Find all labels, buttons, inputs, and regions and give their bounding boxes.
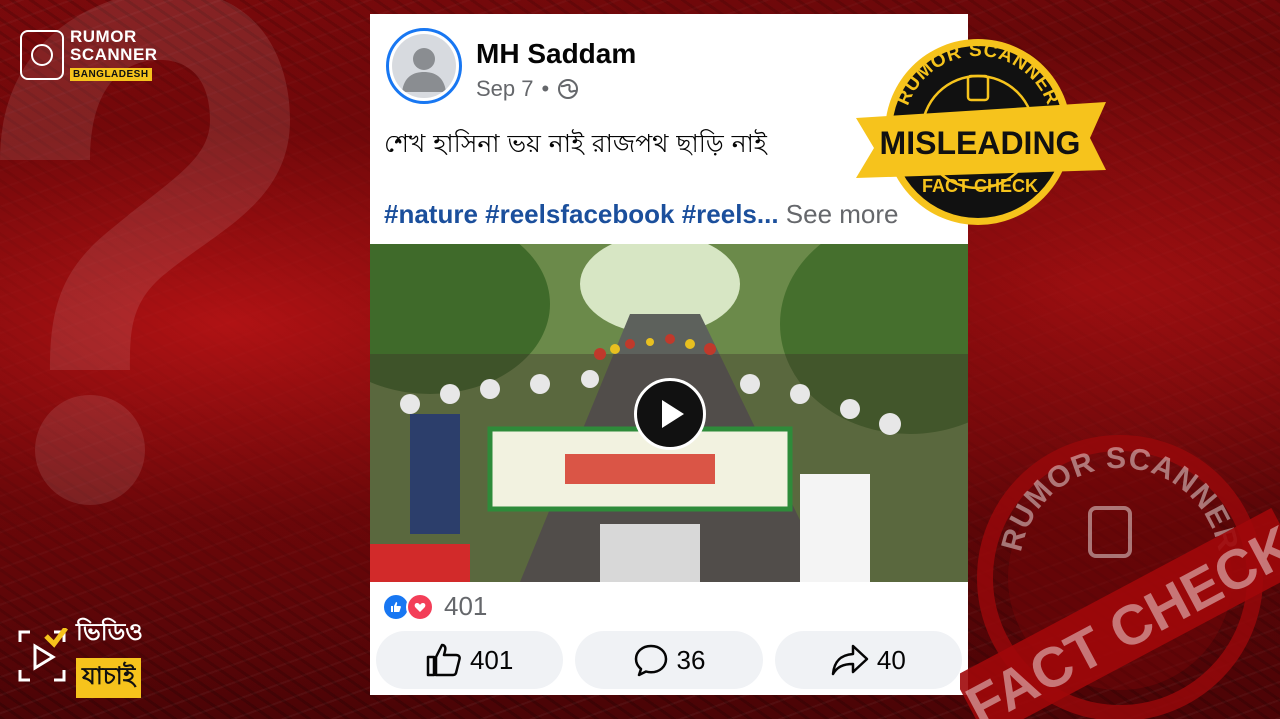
post-caption: শেখ হাসিনা ভয় নাই রাজপথ ছাড়ি নাই: [384, 129, 767, 158]
rumor-scanner-logo: RUMOR SCANNER BANGLADESH: [20, 28, 158, 82]
fact-check-stamp: RUMOR SCANNER FACT CHECK: [960, 435, 1280, 719]
misleading-stamp: RUMOR SCANNER MISLEADING FACT CHECK: [856, 39, 1106, 225]
play-button[interactable]: [634, 378, 706, 450]
logo-line-2: SCANNER: [70, 45, 158, 64]
meta-separator: •: [541, 76, 550, 101]
comment-count: 36: [676, 644, 706, 675]
misleading-stamp-bottom: FACT CHECK: [922, 176, 1038, 196]
post-date[interactable]: Sep 7: [476, 76, 534, 102]
misleading-stamp-label: MISLEADING: [880, 125, 1081, 161]
question-mark-decoration: [0, 0, 290, 505]
globe-icon: [558, 79, 579, 99]
share-count: 40: [876, 644, 906, 675]
logo-line-1: RUMOR: [70, 27, 137, 46]
reaction-summary[interactable]: 401: [382, 591, 487, 622]
logo-line-3: BANGLADESH: [70, 68, 152, 81]
video-brand-line-2: যাচাই: [76, 658, 142, 698]
post-hashtags: #nature #reelsfacebook #reels... See mor…: [384, 199, 899, 230]
video-brand-line-1: ভিডিও: [76, 618, 143, 646]
thumbs-up-icon: [426, 643, 461, 677]
post-actions-bar: 401 36 40: [376, 631, 962, 689]
avatar[interactable]: [386, 28, 462, 104]
post-author[interactable]: MH Saddam: [476, 38, 636, 70]
like-count: 401: [469, 644, 514, 675]
post-meta: Sep 7 •: [476, 76, 579, 102]
share-button[interactable]: 40: [774, 631, 962, 689]
video-thumbnail[interactable]: [370, 244, 968, 582]
hashtags[interactable]: #nature #reelsfacebook #reels...: [384, 199, 779, 229]
reaction-count: 401: [444, 591, 488, 621]
love-reaction-icon: [406, 592, 434, 621]
video-play-icon: [18, 628, 68, 682]
comment-button[interactable]: 36: [575, 631, 763, 689]
default-user-icon: [402, 48, 446, 92]
share-arrow-icon: [831, 644, 869, 676]
like-button[interactable]: 401: [376, 631, 564, 689]
phone-check-icon: [20, 30, 64, 80]
video-verify-logo: ভিডিও যাচাই: [16, 614, 143, 698]
comment-bubble-icon: [634, 644, 667, 677]
